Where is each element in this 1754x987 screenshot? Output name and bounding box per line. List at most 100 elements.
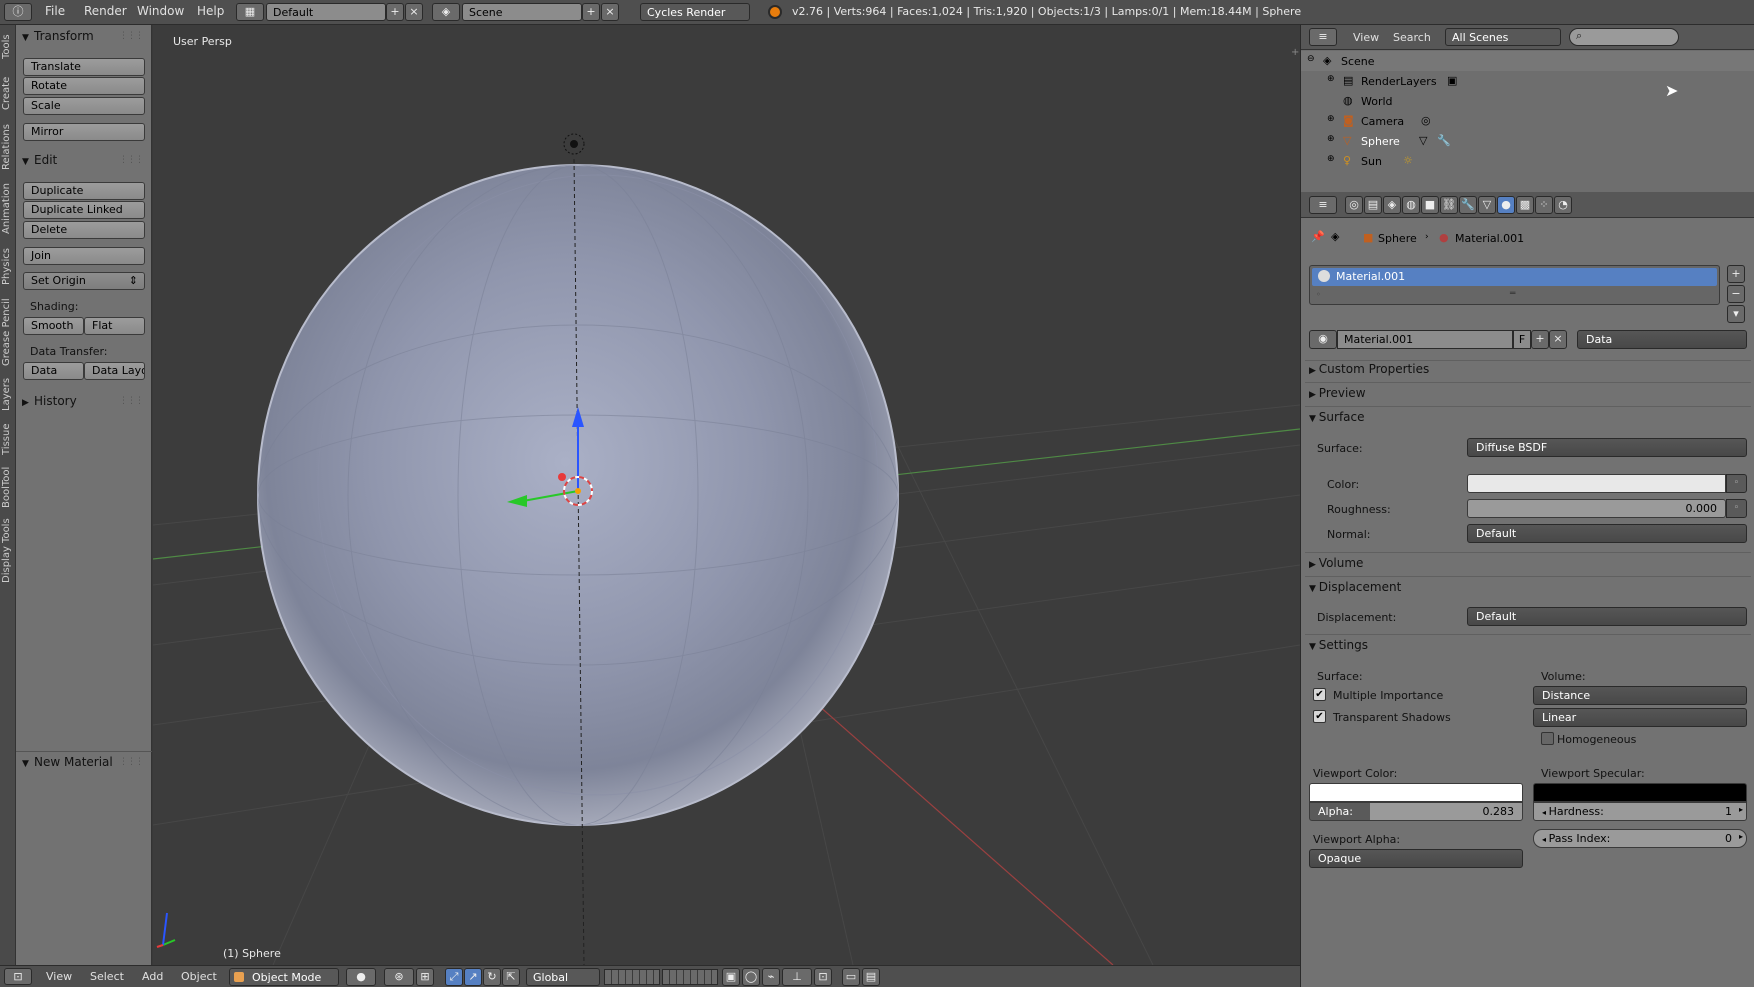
- list-grip-icon[interactable]: ═: [1510, 289, 1515, 299]
- expand-toggle-icon[interactable]: ⊖: [1307, 54, 1315, 64]
- volume-interpolation-dropdown[interactable]: Linear: [1533, 708, 1747, 727]
- sun-lamp-icon[interactable]: [563, 133, 585, 155]
- render-tab-icon[interactable]: ◎: [1345, 196, 1363, 214]
- menu-file[interactable]: File: [45, 4, 65, 18]
- alpha-slider[interactable]: Alpha: 0.283: [1309, 802, 1523, 821]
- menu-help[interactable]: Help: [197, 4, 224, 18]
- outliner-row-scene[interactable]: ⊖ ◈ Scene: [1301, 51, 1754, 71]
- pass-index-field[interactable]: ◂ Pass Index: 0 ▸: [1533, 829, 1747, 848]
- link-dropdown[interactable]: Data: [1577, 330, 1747, 349]
- outliner-row-renderlayers[interactable]: ⊕ ▤ RenderLayers ▣: [1301, 71, 1754, 91]
- drag-grip-icon[interactable]: ⋮⋮⋮: [119, 155, 144, 165]
- rotate-manipulator-icon[interactable]: ↻: [483, 968, 501, 986]
- new-material-icon[interactable]: +: [1531, 330, 1549, 349]
- settings-panel-header[interactable]: ▼ Settings: [1309, 638, 1747, 652]
- normal-dropdown[interactable]: Default: [1467, 524, 1747, 543]
- history-panel-header[interactable]: ▶ History: [22, 394, 77, 408]
- scale-manipulator-icon[interactable]: ⇱: [502, 968, 520, 986]
- proportional-edit-icon[interactable]: ◯: [742, 968, 760, 986]
- physics-tab-icon[interactable]: ◔: [1554, 196, 1572, 214]
- duplicate-linked-button[interactable]: Duplicate Linked: [23, 201, 145, 219]
- socket-link-icon[interactable]: ◦: [1726, 499, 1747, 518]
- new-material-panel-header[interactable]: ▼ New Material: [22, 755, 113, 769]
- surface-panel-header[interactable]: ▼ Surface: [1309, 410, 1747, 424]
- snap-target-icon[interactable]: ⊡: [814, 968, 832, 986]
- duplicate-button[interactable]: Duplicate: [23, 182, 145, 200]
- menu-select[interactable]: Select: [90, 970, 124, 983]
- layout-icon[interactable]: ▦: [236, 3, 264, 21]
- menu-window[interactable]: Window: [137, 4, 184, 18]
- increment-arrow-icon[interactable]: ▸: [1739, 832, 1743, 841]
- homogeneous-checkbox[interactable]: [1541, 732, 1554, 745]
- region-toggle-icon[interactable]: +: [1291, 47, 1299, 58]
- outliner-view-menu[interactable]: View: [1353, 31, 1379, 44]
- menu-render[interactable]: Render: [84, 4, 127, 18]
- volume-sampling-dropdown[interactable]: Distance: [1533, 686, 1747, 705]
- scene-field[interactable]: Scene: [462, 3, 582, 21]
- join-button[interactable]: Join: [23, 247, 145, 265]
- scene-tab-icon[interactable]: ◈: [1383, 196, 1401, 214]
- orientation-dropdown[interactable]: Global: [526, 968, 600, 986]
- tab-physics[interactable]: Physics: [1, 245, 15, 289]
- remove-layout-icon[interactable]: ×: [405, 3, 423, 21]
- expand-toggle-icon[interactable]: ⊕: [1327, 74, 1335, 84]
- tab-create[interactable]: Create: [1, 73, 15, 113]
- outliner-search-input[interactable]: ⌕: [1569, 28, 1679, 46]
- viewport-alpha-dropdown[interactable]: Opaque: [1309, 849, 1523, 868]
- mirror-button[interactable]: Mirror: [23, 123, 145, 141]
- unlink-material-icon[interactable]: ×: [1549, 330, 1567, 349]
- material-name-field[interactable]: Material.001: [1337, 330, 1513, 349]
- editor-type-icon[interactable]: ⓘ: [4, 3, 32, 21]
- drag-grip-icon[interactable]: ⋮⋮⋮: [119, 757, 144, 767]
- tab-relations[interactable]: Relations: [1, 121, 15, 173]
- outliner-row-sphere[interactable]: ⊕ ▽ Sphere ▽ 🔧: [1301, 131, 1754, 151]
- expand-toggle-icon[interactable]: ⊕: [1327, 134, 1335, 144]
- fake-user-button[interactable]: F: [1513, 330, 1531, 349]
- add-scene-icon[interactable]: +: [582, 3, 600, 21]
- tab-tissue[interactable]: Tissue: [1, 421, 15, 457]
- data-tab-icon[interactable]: ▽: [1478, 196, 1496, 214]
- mode-dropdown[interactable]: Object Mode: [229, 968, 339, 986]
- add-slot-icon[interactable]: +: [1727, 265, 1745, 283]
- delete-button[interactable]: Delete: [23, 221, 145, 239]
- hardness-field[interactable]: ◂ Hardness: 1 ▸: [1533, 802, 1747, 821]
- tab-animation[interactable]: Animation: [1, 181, 15, 237]
- constraints-tab-icon[interactable]: ⛓: [1440, 196, 1458, 214]
- expand-toggle-icon[interactable]: ⊕: [1327, 154, 1335, 164]
- multiple-importance-checkbox[interactable]: ✔: [1313, 688, 1326, 701]
- smooth-button[interactable]: Smooth: [23, 317, 84, 335]
- expand-toggle-icon[interactable]: ⊕: [1327, 114, 1335, 124]
- material-browse-icon[interactable]: ◉: [1309, 330, 1337, 349]
- transform-manipulator-icon[interactable]: ⤢: [445, 968, 463, 986]
- opengl-anim-icon[interactable]: ▤: [862, 968, 880, 986]
- layer-buttons-b[interactable]: [662, 969, 718, 985]
- list-resize-icon[interactable]: ◦: [1316, 290, 1321, 299]
- increment-arrow-icon[interactable]: ▸: [1739, 805, 1743, 814]
- color-swatch[interactable]: [1467, 474, 1726, 493]
- remove-scene-icon[interactable]: ×: [601, 3, 619, 21]
- tab-layers[interactable]: Layers: [1, 375, 15, 413]
- displacement-panel-header[interactable]: ▼ Displacement: [1309, 580, 1747, 594]
- tab-booltool[interactable]: BoolTool: [1, 465, 15, 509]
- outliner-search-menu[interactable]: Search: [1393, 31, 1431, 44]
- transparent-shadows-checkbox[interactable]: ✔: [1313, 710, 1326, 723]
- outliner-row-sun[interactable]: ⊕ ♀ Sun ☼: [1301, 151, 1754, 171]
- render-engine-dropdown[interactable]: Cycles Render: [640, 3, 750, 21]
- drag-grip-icon[interactable]: ⋮⋮⋮: [119, 396, 144, 406]
- lock-layers-icon[interactable]: ▣: [722, 968, 740, 986]
- volume-panel-header[interactable]: ▶ Volume: [1309, 556, 1747, 570]
- scene-icon[interactable]: ◈: [432, 3, 460, 21]
- menu-view[interactable]: View: [46, 970, 72, 983]
- x-arrow-head[interactable]: [558, 473, 566, 481]
- translate-manipulator-icon[interactable]: ↗: [464, 968, 482, 986]
- snap-icon[interactable]: ⌁: [762, 968, 780, 986]
- editor-type-icon[interactable]: ≡: [1309, 196, 1337, 214]
- drag-grip-icon[interactable]: ⋮⋮⋮: [119, 31, 144, 41]
- roughness-slider[interactable]: 0.000: [1467, 499, 1726, 518]
- viewport-specular-swatch[interactable]: [1533, 783, 1747, 802]
- preview-header[interactable]: ▶ Preview: [1309, 386, 1747, 400]
- editor-type-icon[interactable]: ⊡: [4, 968, 32, 985]
- add-layout-icon[interactable]: +: [386, 3, 404, 21]
- outliner-row-world[interactable]: ◍ World: [1301, 91, 1754, 111]
- pin-icon[interactable]: 📌: [1311, 230, 1325, 243]
